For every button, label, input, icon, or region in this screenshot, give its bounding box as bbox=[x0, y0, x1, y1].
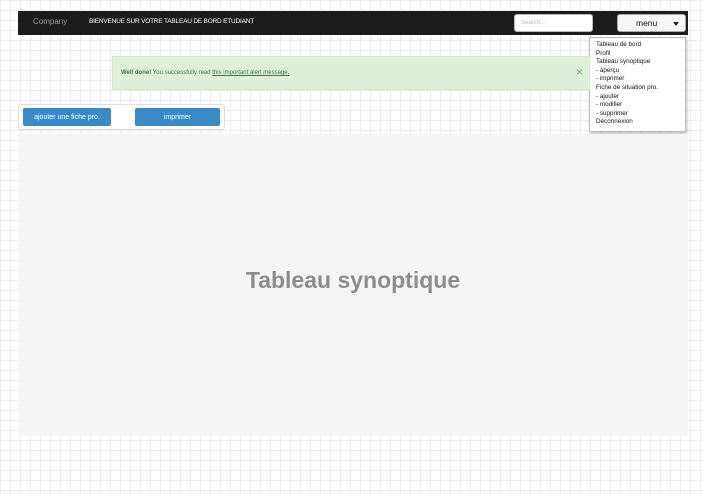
menu-item-modifier[interactable]: - modifier bbox=[596, 101, 685, 110]
menu-item-deconnexion[interactable]: Déconnexion bbox=[596, 118, 685, 127]
caret-down-icon bbox=[673, 22, 679, 26]
close-icon[interactable]: × bbox=[576, 66, 583, 78]
print-button[interactable]: imprimer bbox=[135, 108, 220, 126]
alert-message: Well done! You successfully read this im… bbox=[121, 70, 289, 76]
alert-text: You successfully read bbox=[152, 70, 211, 76]
menu-item-profil[interactable]: Profil bbox=[596, 50, 685, 59]
menu-item-imprimer[interactable]: - imprimer bbox=[596, 75, 685, 84]
menu-item-apercu[interactable]: - aperçu bbox=[596, 67, 685, 76]
page-title: Tableau synoptique bbox=[245, 267, 461, 293]
welcome-text: BIENVENUE SUR VOTRE TABLEAU DE BORD ETUD… bbox=[89, 18, 255, 25]
brand-link[interactable]: Company bbox=[33, 17, 67, 26]
action-toolbar: ajouter une fiche pro. imprimer bbox=[18, 104, 225, 130]
search-input[interactable] bbox=[514, 14, 593, 32]
menu-item-supprimer[interactable]: - supprimer bbox=[596, 110, 685, 119]
add-fiche-button[interactable]: ajouter une fiche pro. bbox=[23, 108, 111, 126]
menu-item-tableau-synoptique[interactable]: Tableau synoptique bbox=[596, 58, 685, 67]
menu-button[interactable]: menu bbox=[617, 14, 686, 32]
main-panel: Tableau synoptique bbox=[18, 134, 688, 436]
menu-item-tableau-de-bord[interactable]: Tableau de bord bbox=[596, 41, 685, 50]
success-alert: Well done! You successfully read this im… bbox=[112, 56, 590, 90]
menu-button-label: menu bbox=[636, 18, 658, 28]
top-navbar: Company BIENVENUE SUR VOTRE TABLEAU DE B… bbox=[18, 11, 688, 35]
menu-dropdown: Tableau de bord Profil Tableau synoptiqu… bbox=[589, 37, 686, 132]
menu-item-ajouter[interactable]: - ajouter bbox=[596, 93, 685, 102]
alert-link[interactable]: this important alert message. bbox=[212, 70, 289, 76]
alert-strong: Well done! bbox=[121, 70, 152, 76]
menu-item-fiche-situation[interactable]: Fiche de situation pro. bbox=[596, 84, 685, 93]
